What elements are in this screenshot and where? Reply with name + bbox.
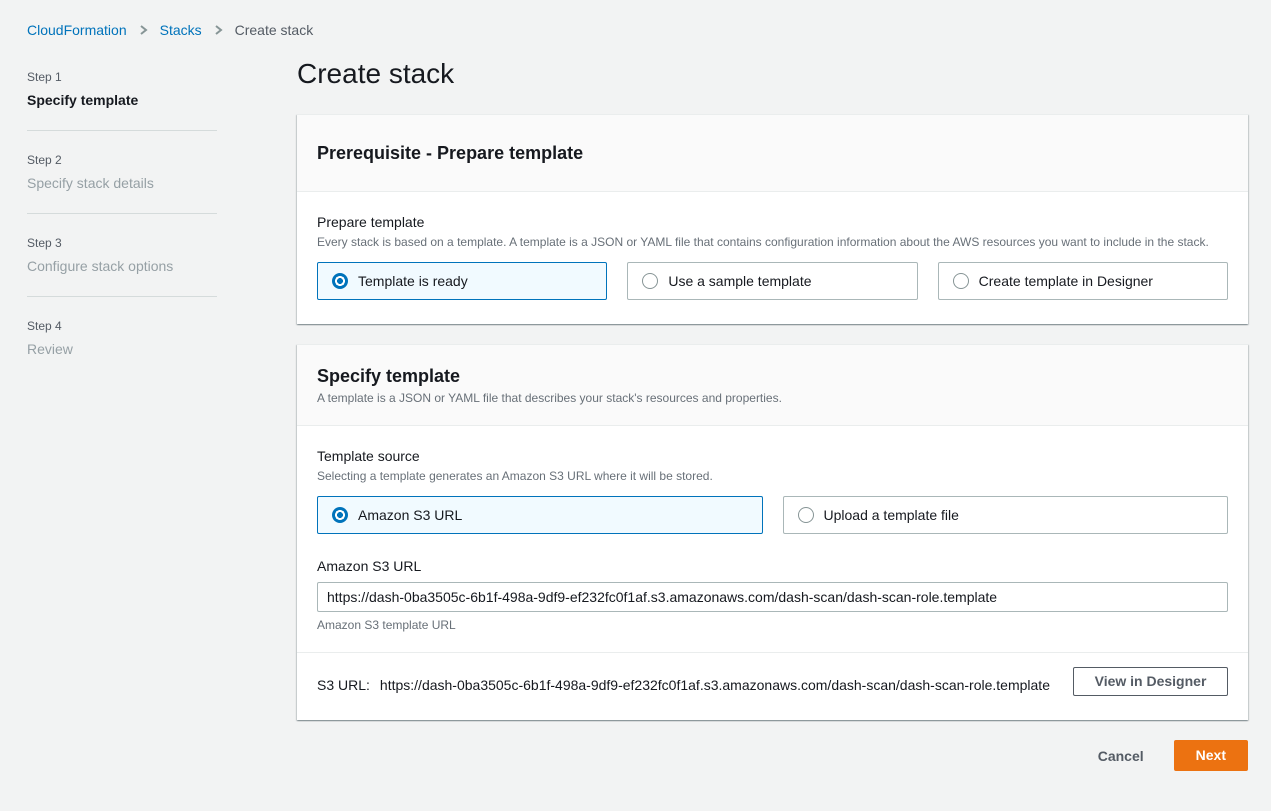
amazon-s3-url-label: Amazon S3 URL — [317, 558, 421, 574]
specify-template-card-header: Specify template A template is a JSON or… — [297, 345, 1248, 426]
step-title: Review — [27, 341, 277, 357]
radio-checked-icon[interactable] — [332, 273, 348, 289]
radio-unchecked-icon[interactable] — [642, 273, 658, 289]
step-title: Specify stack details — [27, 175, 277, 191]
step-divider — [27, 130, 217, 131]
specify-template-card-title: Specify template — [317, 365, 1228, 387]
step-number: Step 2 — [27, 153, 277, 167]
breadcrumb-chevron-icon — [139, 24, 148, 36]
radio-tile-use-sample-template[interactable]: Use a sample template — [627, 262, 917, 300]
template-source-options: Amazon S3 URL Upload a template file — [317, 496, 1228, 534]
radio-checked-icon[interactable] — [332, 507, 348, 523]
step-number: Step 1 — [27, 70, 277, 84]
prepare-template-options: Template is ready Use a sample template … — [317, 262, 1228, 300]
wizard-step-2: Step 2 Specify stack details — [27, 153, 277, 191]
breadcrumb: CloudFormation Stacks Create stack — [0, 0, 1271, 38]
prepare-template-description: Every stack is based on a template. A te… — [317, 234, 1228, 250]
prerequisite-card-title: Prerequisite - Prepare template — [317, 142, 1228, 164]
page-title: Create stack — [297, 54, 1248, 94]
radio-tile-create-template-in-designer[interactable]: Create template in Designer — [938, 262, 1228, 300]
step-title: Specify template — [27, 92, 277, 108]
amazon-s3-url-input[interactable] — [317, 582, 1228, 612]
wizard-steps-nav: Step 1 Specify template Step 2 Specify s… — [27, 38, 277, 771]
s3-url-summary-label: S3 URL: — [317, 677, 370, 693]
amazon-s3-url-helper: Amazon S3 template URL — [317, 618, 1228, 632]
prerequisite-card-header: Prerequisite - Prepare template — [297, 115, 1248, 192]
radio-unchecked-icon[interactable] — [953, 273, 969, 289]
wizard-footer-actions: Cancel Next — [297, 740, 1248, 771]
wizard-step-4: Step 4 Review — [27, 319, 277, 357]
radio-tile-label: Template is ready — [358, 273, 468, 289]
view-in-designer-button[interactable]: View in Designer — [1073, 667, 1228, 696]
radio-tile-amazon-s3-url[interactable]: Amazon S3 URL — [317, 496, 763, 534]
step-divider — [27, 213, 217, 214]
step-title: Configure stack options — [27, 258, 277, 274]
breadcrumb-stacks-link[interactable]: Stacks — [160, 22, 202, 38]
s3-url-summary: S3 URL: https://dash-0ba3505c-6b1f-498a-9… — [317, 667, 1067, 696]
section-divider — [297, 652, 1248, 653]
wizard-step-3: Step 3 Configure stack options — [27, 236, 277, 274]
step-number: Step 4 — [27, 319, 277, 333]
step-number: Step 3 — [27, 236, 277, 250]
radio-tile-label: Create template in Designer — [979, 273, 1153, 289]
s3-url-summary-value: https://dash-0ba3505c-6b1f-498a-9df9-ef2… — [380, 677, 1050, 693]
next-button[interactable]: Next — [1174, 740, 1248, 771]
prerequisite-card: Prerequisite - Prepare template Prepare … — [297, 114, 1248, 324]
cancel-button[interactable]: Cancel — [1098, 748, 1144, 764]
specify-template-card: Specify template A template is a JSON or… — [297, 344, 1248, 720]
radio-tile-label: Use a sample template — [668, 273, 811, 289]
wizard-step-1: Step 1 Specify template — [27, 70, 277, 108]
prepare-template-label: Prepare template — [317, 212, 1228, 232]
cloudformation-create-stack-page: CloudFormation Stacks Create stack Step … — [0, 0, 1271, 811]
breadcrumb-current: Create stack — [235, 22, 314, 38]
radio-tile-template-is-ready[interactable]: Template is ready — [317, 262, 607, 300]
breadcrumb-cloudformation-link[interactable]: CloudFormation — [27, 22, 127, 38]
s3-url-summary-row: S3 URL: https://dash-0ba3505c-6b1f-498a-9… — [317, 667, 1228, 696]
template-source-label: Template source — [317, 446, 1228, 466]
breadcrumb-chevron-icon — [214, 24, 223, 36]
radio-tile-label: Upload a template file — [824, 507, 959, 523]
radio-tile-label: Amazon S3 URL — [358, 507, 462, 523]
step-divider — [27, 296, 217, 297]
specify-template-card-subtitle: A template is a JSON or YAML file that d… — [317, 391, 1228, 405]
radio-tile-upload-template-file[interactable]: Upload a template file — [783, 496, 1229, 534]
template-source-description: Selecting a template generates an Amazon… — [317, 468, 1228, 484]
radio-unchecked-icon[interactable] — [798, 507, 814, 523]
